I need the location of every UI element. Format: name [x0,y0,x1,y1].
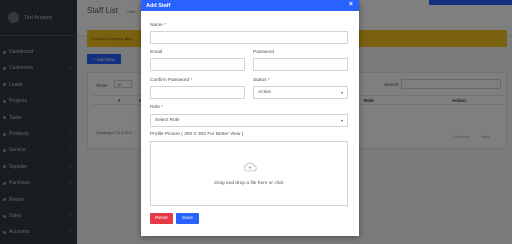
status-select-value: Active [258,90,272,95]
name-label-text: Name [150,23,163,28]
close-icon[interactable]: × [349,1,353,8]
save-button[interactable]: Save [176,213,199,224]
status-label: Status * [253,78,270,83]
role-select-value: Select Role [155,118,180,123]
password-field[interactable] [253,58,348,71]
confirm-password-field[interactable] [150,86,245,99]
required-mark: * [190,78,193,83]
required-mark: * [161,105,164,110]
modal-header: Add Staff × [141,0,359,11]
chevron-down-icon: ▾ [340,118,343,123]
cloud-upload-icon [243,162,257,172]
name-label: Name * [150,23,166,28]
role-select[interactable]: Select Role ▾ [150,114,348,127]
confirm-password-label-text: Confirm Password [150,78,190,83]
reset-button[interactable]: Reset [150,213,173,224]
email-field[interactable] [150,58,245,71]
profile-picture-label: Profile Picture ( 300 X 300 For Better V… [150,132,244,137]
add-staff-modal: Add Staff × Name * Email Password Confir… [141,0,359,236]
name-field[interactable] [150,31,348,44]
status-select[interactable]: Active ▾ [253,86,348,99]
dropzone-text: Drag and drop a file here or click [214,181,284,186]
required-mark: * [164,23,167,28]
role-label: Role * [150,105,163,110]
password-label: Password [253,50,275,55]
confirm-password-label: Confirm Password * [150,78,192,83]
email-label: Email [150,50,162,55]
file-dropzone[interactable]: Drag and drop a file here or click [150,141,348,206]
required-mark: * [267,78,270,83]
role-label-text: Role [150,105,160,110]
status-label-text: Status [253,78,267,83]
modal-title: Add Staff [146,2,171,9]
chevron-down-icon: ▾ [340,90,343,95]
